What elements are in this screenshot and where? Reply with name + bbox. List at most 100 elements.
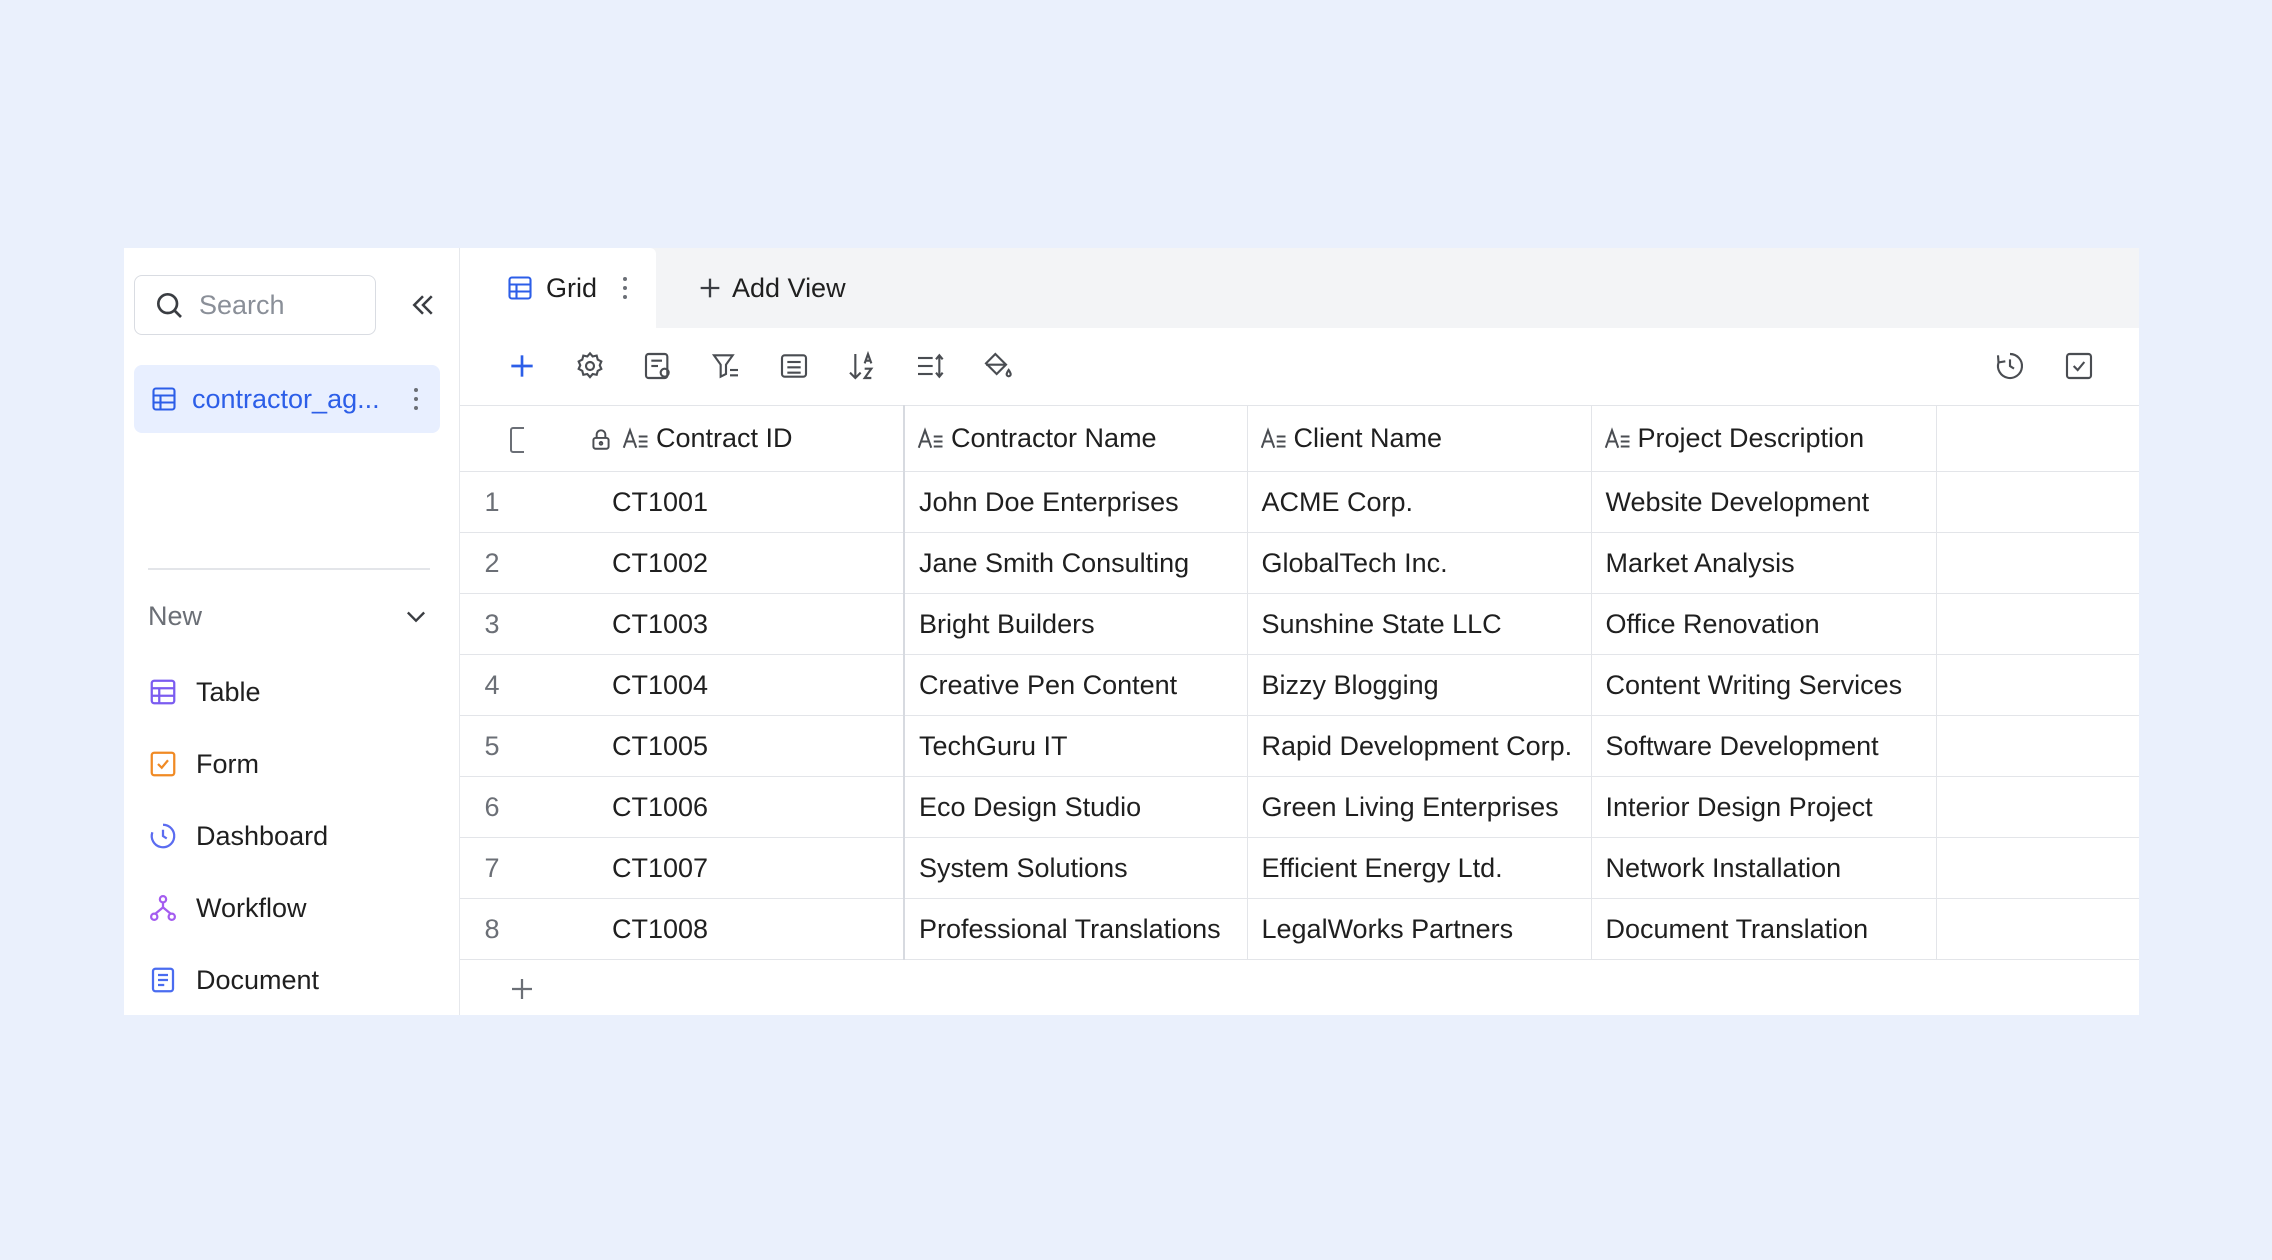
- table-row[interactable]: 8 CT1008 Professional Translations LegalWor…: [460, 898, 2139, 960]
- row-number[interactable]: 2: [460, 532, 524, 594]
- cell-blank: [1935, 715, 2139, 777]
- cell-contractor-name[interactable]: Eco Design Studio: [903, 776, 1247, 838]
- cell-client-name[interactable]: ACME Corp.: [1246, 471, 1591, 533]
- select-button[interactable]: [2061, 348, 2097, 384]
- sort-button[interactable]: [844, 348, 880, 384]
- cell-contractor-name[interactable]: Professional Translations: [903, 898, 1247, 960]
- toolbar: [460, 328, 2139, 404]
- filter-icon: [711, 354, 738, 379]
- create-workflow-item[interactable]: Workflow: [148, 872, 328, 944]
- cell-blank: [1935, 776, 2139, 838]
- table-row[interactable]: 6 CT1006 Eco Design Studio Green Living Ent…: [460, 776, 2139, 838]
- history-button[interactable]: [1992, 348, 2028, 384]
- cell-project-description[interactable]: Interior Design Project: [1590, 776, 1936, 838]
- table-row[interactable]: 2 CT1002 Jane Smith Consulting GlobalTech I…: [460, 532, 2139, 594]
- column-header-label: Project Description: [1637, 423, 1865, 453]
- more-vertical-icon[interactable]: [621, 275, 629, 301]
- cell-project-description[interactable]: Office Renovation: [1590, 593, 1936, 655]
- sidebar-item-active-table[interactable]: contractor_ag...: [134, 365, 440, 433]
- column-header-project-description[interactable]: Project Description: [1590, 405, 1936, 472]
- cell-contract-id[interactable]: CT1002: [524, 532, 904, 594]
- cell-blank: [1935, 593, 2139, 655]
- create-dashboard-item[interactable]: Dashboard: [148, 800, 328, 872]
- add-row-button[interactable]: [504, 971, 540, 1007]
- table-row[interactable]: 7 CT1007 System Solutions Efficient Energy …: [460, 837, 2139, 899]
- create-document-item[interactable]: Document: [148, 944, 328, 1016]
- field-settings-button[interactable]: [640, 348, 676, 384]
- row-number[interactable]: 4: [460, 654, 524, 716]
- table-row[interactable]: 4 CT1004 Creative Pen Content Bizzy Bloggin…: [460, 654, 2139, 716]
- column-header-label: Contract ID: [656, 423, 793, 453]
- cell-project-description[interactable]: Software Development: [1590, 715, 1936, 777]
- sidebar-divider: [148, 568, 430, 570]
- search-input[interactable]: [199, 289, 359, 321]
- table-row[interactable]: 5 CT1005 TechGuru IT Rapid Development Corp…: [460, 715, 2139, 777]
- grid-icon: [508, 276, 532, 300]
- row-number[interactable]: 6: [460, 776, 524, 838]
- table-row[interactable]: 3 CT1003 Bright Builders Sunshine State LLC…: [460, 593, 2139, 655]
- cell-contract-id[interactable]: CT1001: [524, 471, 904, 533]
- column-header-client-name[interactable]: Client Name: [1246, 405, 1591, 472]
- cell-project-description[interactable]: Market Analysis: [1590, 532, 1936, 594]
- create-table-item[interactable]: Table: [148, 656, 328, 728]
- cell-contractor-name[interactable]: John Doe Enterprises: [903, 471, 1247, 533]
- cell-contractor-name[interactable]: Creative Pen Content: [903, 654, 1247, 716]
- cell-contract-id[interactable]: CT1003: [524, 593, 904, 655]
- add-record-button[interactable]: [504, 348, 540, 384]
- group-button[interactable]: [776, 348, 812, 384]
- cell-contractor-name[interactable]: Bright Builders: [903, 593, 1247, 655]
- cell-contractor-name[interactable]: TechGuru IT: [903, 715, 1247, 777]
- cell-client-name[interactable]: Sunshine State LLC: [1246, 593, 1591, 655]
- new-section-toggle[interactable]: New: [148, 596, 430, 636]
- sort-icon: [849, 350, 874, 380]
- row-height-button[interactable]: [912, 348, 948, 384]
- cell-client-name[interactable]: Rapid Development Corp.: [1246, 715, 1591, 777]
- table-row[interactable]: 1 CT1001 John Doe Enterprises ACME Corp. Web…: [460, 471, 2139, 533]
- cell-contractor-name[interactable]: System Solutions: [903, 837, 1247, 899]
- cell-contract-id[interactable]: CT1004: [524, 654, 904, 716]
- cell-project-description[interactable]: Website Development: [1590, 471, 1936, 533]
- cell-client-name[interactable]: Green Living Enterprises: [1246, 776, 1591, 838]
- row-number[interactable]: 5: [460, 715, 524, 777]
- text-field-icon: [1260, 426, 1285, 448]
- create-form-item[interactable]: Form: [148, 728, 328, 800]
- cell-project-description[interactable]: Content Writing Services: [1590, 654, 1936, 716]
- create-table-label: Table: [196, 676, 261, 707]
- document-icon: [151, 967, 175, 993]
- cell-contract-id[interactable]: CT1008: [524, 898, 904, 960]
- column-header-contractor-name[interactable]: Contractor Name: [903, 405, 1247, 472]
- cell-client-name[interactable]: GlobalTech Inc.: [1246, 532, 1591, 594]
- filter-button[interactable]: [708, 348, 744, 384]
- more-vertical-icon[interactable]: [412, 386, 420, 412]
- cell-blank: [1935, 837, 2139, 899]
- cell-client-name[interactable]: Bizzy Blogging: [1246, 654, 1591, 716]
- create-document-label: Document: [196, 964, 320, 995]
- row-number[interactable]: 3: [460, 593, 524, 655]
- active-table-label: contractor_ag...: [192, 383, 380, 414]
- cell-project-description[interactable]: Document Translation: [1590, 898, 1936, 960]
- cell-contractor-name[interactable]: Jane Smith Consulting: [903, 532, 1247, 594]
- column-header-contract-id[interactable]: Contract ID: [524, 405, 904, 472]
- paint-bucket-icon: [984, 352, 1012, 378]
- cell-contract-id[interactable]: CT1006: [524, 776, 904, 838]
- search-box[interactable]: [134, 275, 376, 335]
- color-fill-button[interactable]: [980, 348, 1016, 384]
- cell-contract-id[interactable]: CT1005: [524, 715, 904, 777]
- select-all-checkbox[interactable]: [510, 426, 524, 453]
- row-number[interactable]: 7: [460, 837, 524, 899]
- cell-client-name[interactable]: LegalWorks Partners: [1246, 898, 1591, 960]
- tab-grid[interactable]: Grid: [460, 248, 656, 328]
- row-number[interactable]: 8: [460, 898, 524, 960]
- column-header-label: Client Name: [1293, 423, 1443, 453]
- text-field-icon: [622, 426, 648, 448]
- cell-client-name[interactable]: Efficient Energy Ltd.: [1246, 837, 1591, 899]
- add-view-button[interactable]: Add View: [696, 248, 846, 328]
- cell-project-description[interactable]: Network Installation: [1590, 837, 1936, 899]
- row-number[interactable]: 1: [460, 471, 524, 533]
- select-all-cell[interactable]: [460, 405, 524, 472]
- lock-icon: [592, 428, 610, 450]
- cell-contract-id[interactable]: CT1007: [524, 837, 904, 899]
- text-field-icon: [917, 426, 943, 448]
- collapse-sidebar-button[interactable]: [404, 286, 442, 324]
- settings-button[interactable]: [572, 348, 608, 384]
